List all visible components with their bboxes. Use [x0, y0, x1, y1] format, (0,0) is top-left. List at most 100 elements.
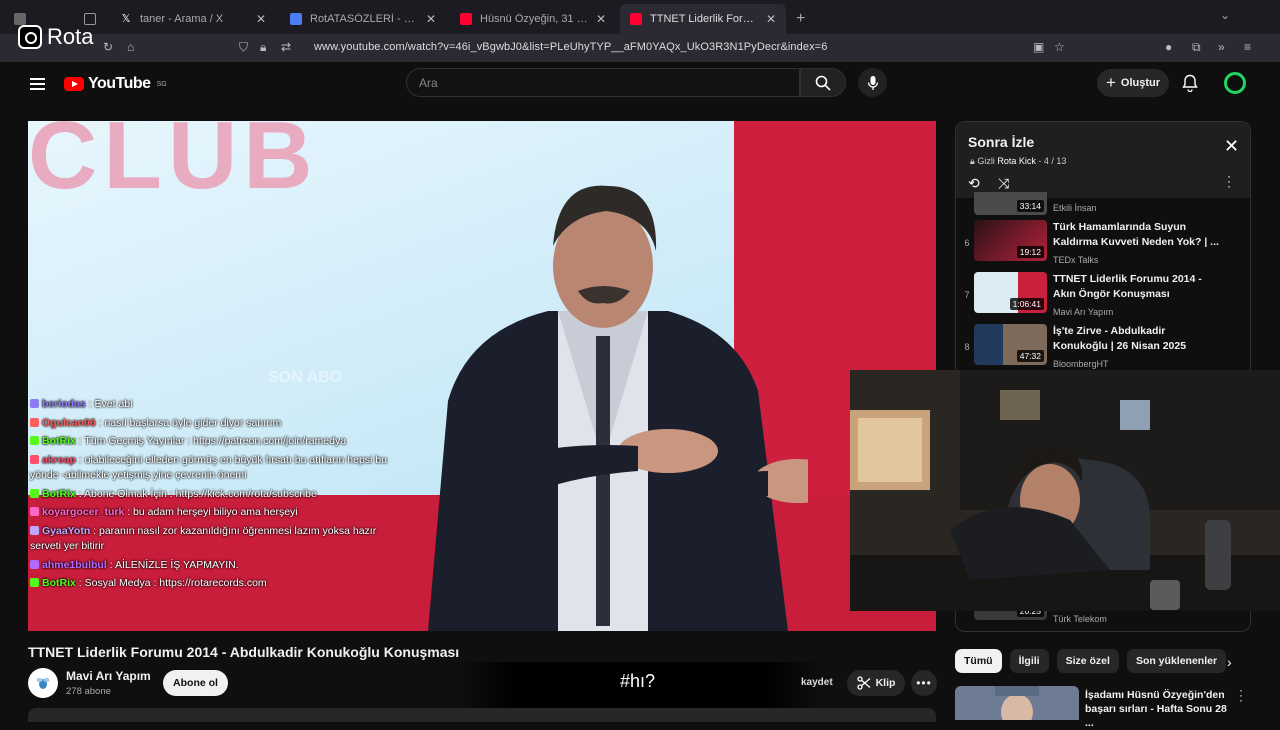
voice-search-button[interactable]: [858, 68, 887, 97]
playlist-item[interactable]: 8 47:32 İş'te Zirve - Abdulkadir Konukoğ…: [956, 324, 1250, 376]
account-avatar[interactable]: [1224, 72, 1246, 94]
video-thumbnail: 47:32: [974, 324, 1047, 365]
home-icon[interactable]: ⌂: [127, 40, 134, 54]
region-code: SG: [156, 80, 167, 88]
chat-message: Ogulcan06 : nasıl başlarsa öyle gider di…: [30, 416, 390, 432]
channel-name[interactable]: Mavi Arı Yapım: [66, 669, 151, 683]
chat-message: BotRix : Sosyal Medya : https://rotareco…: [30, 576, 390, 592]
chat-username: BotRix: [42, 435, 76, 447]
youtube-play-icon: [64, 77, 84, 91]
clip-label: Klip: [875, 677, 896, 689]
stream-logo-overlay: Rota: [18, 24, 93, 50]
playlist-owner[interactable]: Rota Kick: [997, 156, 1036, 166]
recommended-video-title: İşadamı Hüsnü Özyeğin'den başarı sırları…: [1085, 689, 1227, 729]
subscribe-button[interactable]: Abone ol: [163, 670, 228, 696]
create-label: Oluştur: [1120, 77, 1161, 89]
tab-list-chevron-icon[interactable]: ⌄: [1220, 8, 1230, 22]
video-backdrop-text: CLUB: [28, 121, 319, 209]
search-input[interactable]: Ara: [406, 68, 800, 97]
picture-in-picture-icon[interactable]: ▣: [1033, 40, 1044, 54]
channel-avatar[interactable]: [28, 668, 58, 698]
puzzle-icon[interactable]: ⧉: [1192, 40, 1201, 55]
stream-caption: #hı?: [620, 671, 656, 691]
chat-badge-icon: [30, 454, 39, 464]
speaker-figure: [428, 185, 808, 631]
browser-tab-youtube[interactable]: Hüsnü Özyeğin, 31 Ocak 2017 P ✕: [450, 4, 616, 34]
close-icon[interactable]: ✕: [1224, 136, 1239, 157]
bee-logo-icon: [36, 678, 50, 689]
app-menu-icon[interactable]: ≡: [1244, 40, 1251, 54]
chat-username: akreap: [42, 453, 76, 466]
more-vertical-icon[interactable]: · · ·: [1239, 684, 1243, 706]
browser-tab-x[interactable]: 𝕏 taner - Arama / X ✕: [110, 4, 276, 34]
playlist-item-title: İş'te Zirve - Abdulkadir Konukoğlu | 26 …: [1053, 325, 1187, 352]
chat-message: beriodas : Evet abi: [30, 397, 390, 413]
instagram-icon: [18, 25, 42, 49]
bookmark-star-icon[interactable]: ☆: [1054, 40, 1065, 54]
loop-icon[interactable]: ⟲: [968, 175, 980, 192]
chat-message: BotRix : Tüm Geçmiş Yayınlar : https://p…: [30, 434, 390, 450]
chat-message: GyaaYotn : paranın nasıl zor kazanıldığı…: [30, 524, 390, 555]
new-tab-button[interactable]: +: [796, 4, 805, 34]
browser-tab-bar: 𝕏 taner - Arama / X ✕ RotATASÖZLERİ - Go…: [0, 0, 1280, 34]
playlist-item-channel: Etkili İnsan: [1053, 203, 1097, 213]
more-vertical-icon[interactable]: · · ·: [1227, 170, 1231, 192]
filter-chip[interactable]: Size özel: [1056, 649, 1119, 673]
close-icon[interactable]: ✕: [766, 12, 776, 26]
filter-chip[interactable]: İlgili: [1009, 649, 1049, 673]
shield-icon[interactable]: ⛉: [239, 40, 248, 55]
chat-username: Ogulcan06: [42, 416, 96, 429]
chevron-right-icon[interactable]: ›: [1227, 654, 1232, 670]
create-button[interactable]: + Oluştur: [1097, 69, 1169, 97]
chat-text: : Evet abi: [88, 398, 133, 410]
playlist-item[interactable]: 33:14 Etkili İnsan: [956, 192, 1250, 216]
close-icon[interactable]: ✕: [256, 12, 266, 26]
scissors-icon: [856, 676, 870, 690]
permissions-icon[interactable]: ⇄: [281, 40, 291, 54]
browser-tab-docs[interactable]: RotATASÖZLERİ - Google Dokü ✕: [280, 4, 446, 34]
youtube-favicon-icon: [460, 13, 472, 25]
youtube-logo[interactable]: YouTube SG: [64, 75, 167, 93]
recommended-video[interactable]: İşadamı Hüsnü Özyeğin'den başarı sırları…: [955, 684, 1251, 729]
chat-username: GyaaYotn: [42, 524, 91, 537]
stream-chat-overlay: beriodas : Evet abi Ogulcan06 : nasıl baş…: [30, 397, 390, 595]
youtube-wordmark: YouTube: [88, 75, 151, 92]
chat-text: : olabileceğini elleden görmüş en büyük …: [30, 453, 387, 482]
address-bar[interactable]: www.youtube.com/watch?v=46i_vBgwbJ0&list…: [314, 41, 827, 53]
playlist-item[interactable]: 6 19:12 Türk Hamamlarında Suyun Kaldırma…: [956, 220, 1250, 272]
chat-badge-icon: [30, 525, 39, 535]
chat-text: : nasıl başlarsa öyle gider diyor sanırı…: [98, 416, 282, 429]
playlist-index: 8: [964, 342, 970, 352]
playlist-title[interactable]: Sonra İzle: [968, 134, 1034, 150]
filter-chip[interactable]: Son yüklenenler: [1126, 649, 1227, 673]
video-watermark: SON ABO: [268, 369, 343, 386]
chat-badge-icon: [30, 399, 39, 408]
notifications-button[interactable]: [1182, 74, 1198, 97]
overflow-chevron-icon[interactable]: »: [1218, 40, 1225, 54]
close-icon[interactable]: ✕: [596, 12, 606, 26]
x-logo-icon: 𝕏: [121, 13, 131, 25]
lock-icon[interactable]: 🔒︎: [260, 40, 266, 55]
shuffle-icon[interactable]: ⤨: [998, 175, 1009, 192]
clip-button[interactable]: Klip: [847, 670, 905, 696]
bell-icon: [1182, 74, 1198, 93]
chat-badge-icon: [30, 578, 39, 587]
save-button[interactable]: kaydet: [801, 677, 833, 688]
chat-text: : Abone Olmak İçin : https://kick.com/ro…: [78, 487, 317, 500]
filter-chip[interactable]: Tümü: [955, 649, 1002, 673]
chat-badge-icon: [30, 417, 39, 427]
playlist-item-channel: Mavi Arı Yapım: [1053, 307, 1114, 317]
chat-username: ahme1bulbul: [42, 558, 107, 571]
playlist-item-current[interactable]: 7 1:06:41 TTNET Liderlik Forumu 2014 - A…: [956, 272, 1250, 324]
video-thumbnail: 1:06:41: [974, 272, 1047, 313]
browser-tab-active[interactable]: TTNET Liderlik Forumu 2014 - A ✕: [620, 4, 786, 34]
reload-icon[interactable]: ↻: [103, 40, 113, 54]
chat-message: BotRix : Abone Olmak İçin : https://kick…: [30, 487, 390, 503]
extension-icon[interactable]: ●: [1165, 40, 1172, 54]
menu-icon[interactable]: [30, 75, 45, 93]
close-icon[interactable]: ✕: [426, 12, 436, 26]
chat-username: BotRix: [42, 577, 76, 589]
more-actions-button[interactable]: •••: [911, 670, 937, 696]
search-icon: [815, 75, 831, 91]
search-button[interactable]: [800, 68, 846, 97]
